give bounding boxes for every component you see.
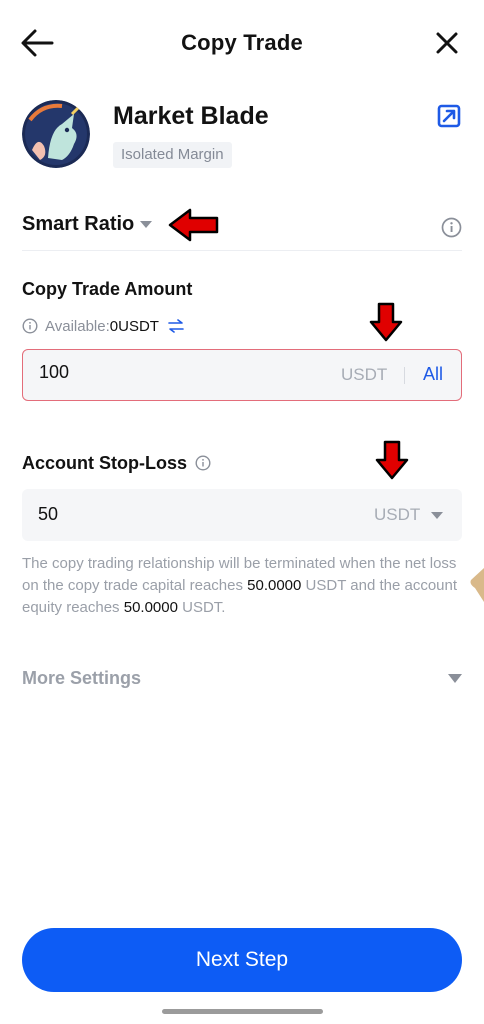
copy-amount-input-box[interactable]: 100 USDT All	[22, 349, 462, 401]
note-text: USDT.	[177, 599, 226, 616]
stop-loss-title: Account Stop-Loss	[22, 452, 187, 473]
more-settings-toggle[interactable]: More Settings	[22, 666, 462, 692]
note-value: 50.0000	[123, 599, 178, 616]
copy-mode-label: Smart Ratio	[22, 212, 135, 235]
caret-down-icon	[140, 220, 153, 228]
page-title: Copy Trade	[181, 30, 303, 55]
red-annotation-arrow-icon	[375, 440, 409, 480]
trader-name: Market Blade	[113, 102, 269, 130]
red-annotation-arrow-icon	[369, 302, 403, 342]
note-value: 50.0000	[247, 577, 302, 594]
transfer-swap-icon[interactable]	[168, 319, 184, 333]
floating-handle-icon[interactable]	[469, 568, 484, 602]
trader-avatar	[22, 100, 90, 168]
all-button[interactable]: All	[423, 364, 443, 385]
stop-loss-note: The copy trading relationship will be te…	[22, 553, 462, 619]
header: Copy Trade	[0, 0, 484, 86]
available-label: Available:	[45, 317, 110, 335]
share-icon	[437, 104, 461, 128]
copy-mode-selector[interactable]: Smart Ratio	[22, 208, 153, 240]
amount-unit-label: USDT	[341, 365, 388, 384]
available-balance: Available: 0USDT	[22, 316, 184, 336]
separator	[404, 367, 405, 384]
caret-down-icon	[448, 674, 462, 683]
copy-amount-title: Copy Trade Amount	[22, 279, 193, 299]
mode-info-button[interactable]	[441, 217, 462, 238]
next-step-button[interactable]: Next Step	[22, 928, 462, 992]
stop-loss-title-row: Account Stop-Loss	[22, 451, 211, 475]
info-icon[interactable]	[195, 455, 211, 471]
red-annotation-arrow-icon	[168, 208, 219, 242]
more-settings-label: More Settings	[22, 668, 142, 688]
close-icon	[436, 32, 458, 54]
stop-loss-input-box[interactable]: 50 USDT	[22, 489, 462, 541]
stop-loss-unit-selector[interactable]: USDT	[374, 505, 420, 525]
caret-down-icon	[431, 512, 443, 519]
share-button[interactable]	[437, 104, 461, 130]
copy-amount-input[interactable]: 100	[39, 362, 69, 383]
available-value: 0USDT	[109, 317, 159, 335]
info-icon	[441, 217, 462, 238]
close-button[interactable]	[434, 30, 460, 56]
stop-loss-input[interactable]: 50	[38, 504, 58, 525]
info-icon	[22, 318, 38, 334]
home-indicator	[162, 1009, 323, 1014]
margin-mode-badge: Isolated Margin	[113, 142, 232, 168]
divider	[22, 250, 462, 251]
